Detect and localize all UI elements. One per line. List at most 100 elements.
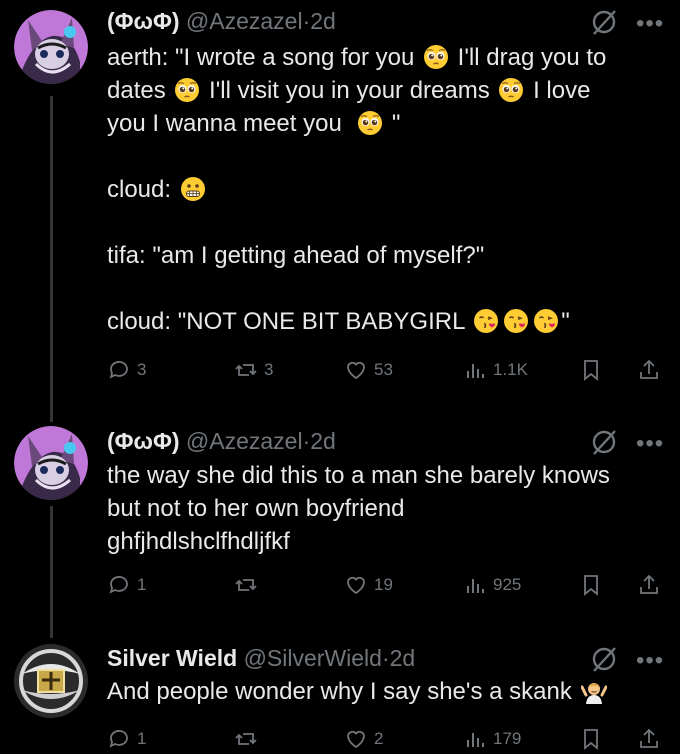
tweet-header: Silver Wield @SilverWield·2d bbox=[107, 643, 415, 673]
reply-count: 3 bbox=[137, 360, 147, 379]
like-button[interactable]: 2 bbox=[344, 724, 383, 754]
tweet-text: aerth: "I wrote a song for you I'll drag… bbox=[107, 41, 667, 338]
reply-button[interactable]: 1 bbox=[107, 724, 146, 754]
tweet-text-line: aerth: "I wrote a song for you I'll drag… bbox=[107, 41, 667, 74]
views-count: 179 bbox=[493, 729, 522, 748]
views-button[interactable]: 1.1K bbox=[463, 355, 528, 385]
heart-icon bbox=[347, 361, 365, 380]
tweet-text: And people wonder why I say she's a skan… bbox=[107, 675, 667, 708]
tweet-text-segment: ghfjhdlshclfhdljfkf bbox=[107, 528, 290, 555]
tweet-text-segment: aerth: "I wrote a song for you bbox=[107, 44, 422, 71]
action-bar: 1 19 925 bbox=[107, 570, 672, 600]
reply-icon bbox=[109, 361, 128, 379]
share-icon bbox=[640, 359, 658, 379]
kiss-emoji-icon bbox=[503, 308, 529, 334]
views-bar-icon bbox=[467, 364, 484, 378]
views-button[interactable]: 925 bbox=[463, 570, 521, 600]
reply-count: 1 bbox=[137, 729, 147, 748]
repost-button[interactable] bbox=[234, 570, 264, 600]
views-bar-icon bbox=[467, 579, 484, 593]
kiss-emoji-icon bbox=[473, 308, 499, 334]
avatar[interactable] bbox=[14, 426, 88, 500]
bookmark-button[interactable] bbox=[579, 724, 603, 754]
bookmark-icon bbox=[584, 575, 598, 596]
bookmark-button[interactable] bbox=[579, 355, 603, 385]
tweet-text-line: you I wanna meet you " bbox=[107, 107, 667, 140]
tweet-text-segment: cloud: "NOT ONE BIT BABYGIRL bbox=[107, 308, 472, 335]
tweet-text-segment: And people wonder why I say she's a skan… bbox=[107, 678, 579, 705]
tweet-2[interactable]: (ΦωΦ) @Azezazel·2d ••• the way she did t… bbox=[0, 410, 680, 638]
more-dots-icon[interactable]: ••• bbox=[636, 12, 664, 36]
pleading-emoji-icon bbox=[498, 77, 524, 103]
display-name[interactable]: Silver Wield bbox=[107, 645, 237, 671]
like-button[interactable]: 53 bbox=[344, 355, 393, 385]
tweet-text-segment: I love bbox=[526, 77, 591, 104]
reply-button[interactable]: 1 bbox=[107, 570, 146, 600]
more-dots-icon[interactable]: ••• bbox=[636, 649, 664, 673]
reply-icon bbox=[109, 730, 128, 748]
repost-button[interactable] bbox=[234, 724, 258, 754]
grok-icon[interactable] bbox=[590, 8, 618, 36]
shrug-emoji-icon bbox=[580, 678, 608, 704]
tweet-text-segment: tifa: "am I getting ahead of myself?" bbox=[107, 242, 485, 269]
grimace-emoji-icon bbox=[180, 176, 206, 202]
thread-line bbox=[50, 96, 53, 410]
tweet-text-line: tifa: "am I getting ahead of myself?" bbox=[107, 239, 667, 272]
avatar[interactable] bbox=[14, 644, 88, 718]
bookmark-icon bbox=[584, 729, 598, 750]
tweet-text-line: the way she did this to a man she barely… bbox=[107, 459, 667, 492]
share-icon bbox=[640, 728, 658, 748]
display-name[interactable]: (ΦωΦ) bbox=[107, 428, 180, 454]
share-button[interactable] bbox=[637, 724, 661, 754]
action-bar: 1 2 179 bbox=[107, 724, 672, 754]
timestamp[interactable]: 2d bbox=[390, 645, 416, 671]
avatar[interactable] bbox=[14, 10, 88, 84]
reply-count: 1 bbox=[137, 575, 147, 594]
more-dots-icon[interactable]: ••• bbox=[636, 432, 664, 456]
like-count: 2 bbox=[374, 729, 384, 748]
tweet-text-line bbox=[107, 272, 667, 305]
tweet-text-line: dates I'll visit you in your dreams I lo… bbox=[107, 74, 667, 107]
repost-icon bbox=[235, 733, 257, 745]
views-button[interactable]: 179 bbox=[463, 724, 521, 754]
grok-icon[interactable] bbox=[590, 645, 618, 673]
kiss-emoji-icon bbox=[533, 308, 559, 334]
views-bar-icon bbox=[467, 733, 484, 747]
repost-count: 3 bbox=[264, 360, 274, 379]
tweet-text-segment: dates bbox=[107, 77, 173, 104]
views-count: 1.1K bbox=[493, 360, 528, 379]
timestamp[interactable]: 2d bbox=[310, 428, 336, 454]
share-icon bbox=[640, 574, 658, 594]
user-handle[interactable]: @Azezazel bbox=[186, 8, 303, 34]
tweet-text-line: cloud: "NOT ONE BIT BABYGIRL " bbox=[107, 305, 667, 338]
display-name[interactable]: (ΦωΦ) bbox=[107, 8, 180, 34]
tweet-text-line: cloud: bbox=[107, 173, 667, 206]
share-button[interactable] bbox=[637, 355, 661, 385]
tweet-1[interactable]: (ΦωΦ) @Azezazel·2d ••• aerth: "I wrote a… bbox=[0, 0, 680, 410]
repost-icon bbox=[235, 579, 257, 591]
share-button[interactable] bbox=[637, 570, 661, 600]
views-count: 925 bbox=[493, 575, 522, 594]
pleading-emoji-icon bbox=[423, 44, 449, 70]
grok-icon[interactable] bbox=[590, 428, 618, 456]
user-handle[interactable]: @Azezazel bbox=[186, 428, 303, 454]
tweet-3[interactable]: Silver Wield @SilverWield·2d ••• And peo… bbox=[0, 638, 680, 750]
tweet-text-segment: I'll drag you to bbox=[451, 44, 607, 71]
tweet-header: (ΦωΦ) @Azezazel·2d bbox=[107, 6, 336, 36]
tweet-header: (ΦωΦ) @Azezazel·2d bbox=[107, 426, 336, 456]
user-handle[interactable]: @SilverWield bbox=[244, 645, 382, 671]
timestamp[interactable]: 2d bbox=[310, 8, 336, 34]
tweet-text: the way she did this to a man she barely… bbox=[107, 459, 667, 558]
like-button[interactable]: 19 bbox=[344, 570, 393, 600]
tweet-text-segment: " bbox=[385, 110, 401, 137]
tweet-text-line: but not to her own boyfriend bbox=[107, 492, 667, 525]
action-bar: 3 3 53 1.1K bbox=[107, 355, 672, 385]
reply-button[interactable]: 3 bbox=[107, 355, 146, 385]
tweet-text-segment: cloud: bbox=[107, 176, 178, 203]
bookmark-button[interactable] bbox=[579, 570, 603, 600]
bookmark-icon bbox=[584, 360, 598, 381]
repost-button[interactable]: 3 bbox=[234, 355, 273, 385]
repost-icon bbox=[235, 364, 257, 376]
pleading-emoji-icon bbox=[357, 110, 383, 136]
tweet-text-line: And people wonder why I say she's a skan… bbox=[107, 675, 667, 708]
